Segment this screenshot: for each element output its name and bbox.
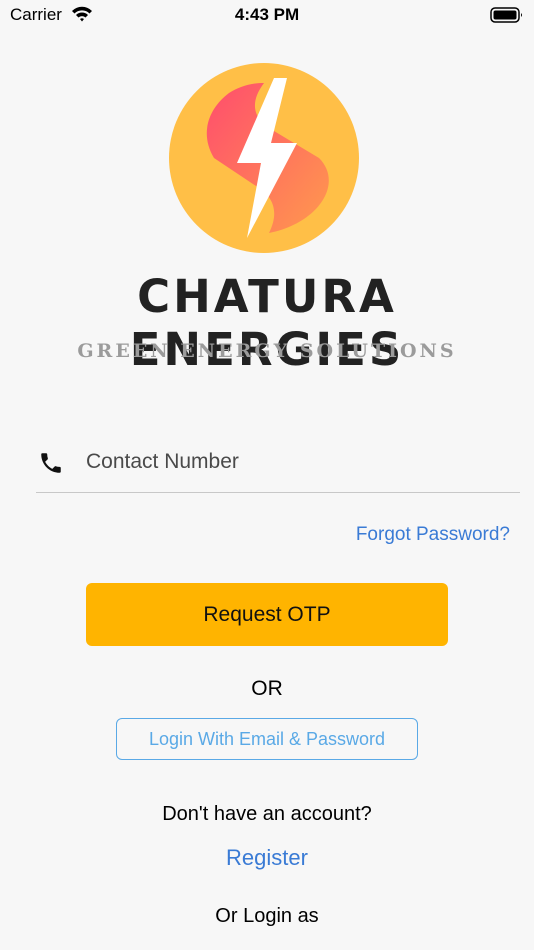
status-time: 4:43 PM — [234, 5, 300, 24]
login-email-password-button[interactable]: Login With Email & Password — [116, 718, 418, 760]
forgot-password-link[interactable]: Forgot Password? — [356, 524, 510, 546]
status-bar: Carrier 4:43 PM — [0, 0, 534, 32]
brand-tagline: GREEN ENERGY SOLUTIONS — [77, 340, 457, 362]
request-otp-button[interactable]: Request OTP — [86, 583, 448, 646]
contact-number-input[interactable] — [86, 446, 506, 478]
or-divider-text: OR — [251, 677, 283, 700]
register-link[interactable]: Register — [0, 845, 534, 871]
brand-logo — [169, 63, 359, 253]
or-login-as-text: Or Login as — [215, 905, 319, 927]
phone-icon — [38, 450, 64, 481]
no-account-text: Don't have an account? — [162, 803, 372, 825]
battery-icon — [490, 6, 524, 29]
contact-field-row — [36, 438, 520, 493]
